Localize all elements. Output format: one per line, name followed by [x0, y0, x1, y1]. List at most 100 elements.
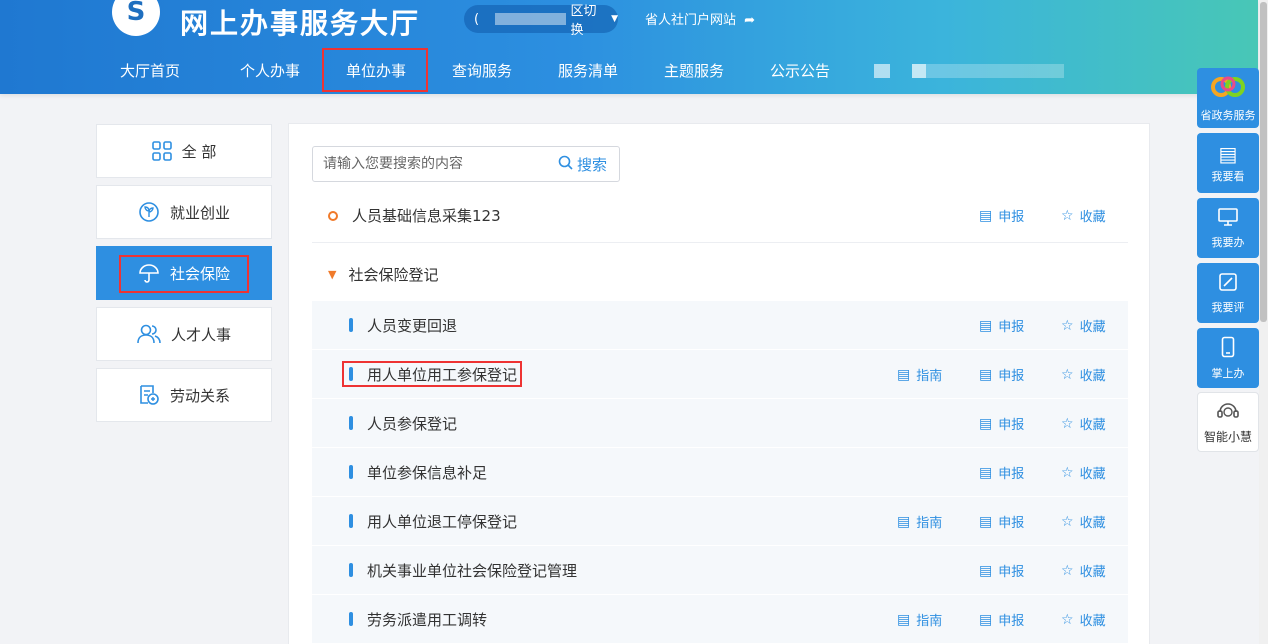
float-gov-service[interactable]: 省政务服务 — [1197, 68, 1259, 128]
float-label: 我要评 — [1211, 300, 1245, 314]
guide-button[interactable]: ▤ 指南 — [897, 610, 943, 630]
guide-icon: ▤ — [897, 366, 911, 383]
float-label: 掌上办 — [1211, 366, 1245, 380]
apply-label: 申报 — [998, 369, 1025, 384]
nav-notice[interactable]: 公示公告 — [770, 60, 830, 81]
service-group-header[interactable]: ▼ 社会保险登记 — [312, 247, 1128, 301]
apply-label: 申报 — [998, 467, 1025, 482]
category-label: 就业创业 — [169, 203, 230, 222]
people-icon — [137, 323, 161, 345]
category-label: 全 部 — [181, 142, 217, 161]
apply-button[interactable]: ▤ 申报 — [979, 463, 1025, 483]
apply-button[interactable]: ▤ 申报 — [979, 206, 1024, 226]
nav-redacted — [874, 64, 1064, 78]
guide-icon: ▤ — [897, 611, 911, 628]
chevron-down-icon: ▼ — [611, 14, 618, 24]
float-assistant[interactable]: 智能小慧 — [1197, 392, 1259, 452]
portal-link[interactable]: 省人社门户网站 ➦ — [645, 9, 755, 28]
favorite-button[interactable]: ☆ 收藏 — [1061, 414, 1106, 434]
favorite-label: 收藏 — [1079, 210, 1106, 225]
apply-button[interactable]: ▤ 申报 — [979, 561, 1025, 581]
favorite-button[interactable]: ☆ 收藏 — [1061, 561, 1106, 581]
star-icon: ☆ — [1061, 464, 1074, 481]
category-label: 人才人事 — [170, 325, 231, 344]
favorite-button[interactable]: ☆ 收藏 — [1061, 206, 1106, 226]
favorite-button[interactable]: ☆ 收藏 — [1061, 365, 1106, 385]
category-employment[interactable]: 就业创业 — [96, 185, 272, 239]
nav-query[interactable]: 查询服务 — [452, 60, 512, 81]
search-button[interactable]: 搜索 — [558, 154, 619, 175]
apply-label: 申报 — [998, 565, 1025, 580]
monitor-icon — [1217, 207, 1239, 231]
apply-button[interactable]: ▤ 申报 — [979, 365, 1025, 385]
apply-label: 申报 — [998, 614, 1025, 629]
form-icon: ▤ — [979, 317, 993, 334]
sub-service-label: 劳务派遣用工调转 — [367, 610, 488, 629]
edit-icon — [1218, 272, 1238, 296]
form-icon: ▤ — [979, 562, 993, 579]
guide-label: 指南 — [916, 614, 943, 629]
form-icon: ▤ — [979, 207, 993, 224]
search-input[interactable] — [313, 147, 558, 181]
bar-bullet-icon — [349, 318, 353, 332]
guide-button[interactable]: ▤ 指南 — [897, 512, 942, 532]
category-talent[interactable]: 人才人事 — [96, 307, 272, 361]
float-do[interactable]: 我要办 — [1197, 198, 1259, 258]
bar-bullet-icon — [349, 563, 353, 577]
category-label: 劳动关系 — [169, 386, 230, 405]
book-icon: ▤ — [1218, 141, 1238, 166]
apply-button[interactable]: ▤ 申报 — [979, 316, 1024, 336]
category-highlight-box — [119, 255, 249, 293]
sub-service-label: 人员变更回退 — [367, 316, 458, 335]
float-label: 我要办 — [1211, 235, 1245, 249]
portal-link-label: 省人社门户网站 — [645, 13, 737, 28]
sub-service-label: 机关事业单位社会保险登记管理 — [367, 561, 578, 580]
float-mobile[interactable]: 掌上办 — [1197, 328, 1259, 388]
guide-label: 指南 — [916, 369, 943, 384]
float-rate[interactable]: 我要评 — [1197, 263, 1259, 323]
favorite-button[interactable]: ☆ 收藏 — [1061, 316, 1106, 336]
favorite-button[interactable]: ☆ 收藏 — [1061, 610, 1106, 630]
favorite-button[interactable]: ☆ 收藏 — [1061, 512, 1106, 532]
grid-icon — [151, 141, 172, 161]
nav-theme[interactable]: 主题服务 — [664, 60, 724, 81]
nav-service-list[interactable]: 服务清单 — [558, 60, 618, 81]
sub-service-label: 人员参保登记 — [367, 414, 458, 433]
category-labor[interactable]: 劳动关系 — [96, 368, 272, 422]
favorite-label: 收藏 — [1079, 320, 1106, 335]
headset-icon — [1216, 399, 1240, 425]
category-all[interactable]: 全 部 — [96, 124, 272, 178]
circle-bullet-icon — [328, 210, 338, 221]
apply-label: 申报 — [998, 516, 1025, 531]
region-switch[interactable]: ( 区切换 ▼ — [464, 4, 618, 38]
star-icon: ☆ — [1061, 415, 1074, 432]
form-icon: ▤ — [979, 366, 993, 383]
search-box: 搜索 — [312, 146, 620, 182]
favorite-label: 收藏 — [1079, 467, 1106, 482]
favorite-label: 收藏 — [1079, 565, 1106, 580]
form-icon: ▤ — [979, 611, 993, 628]
float-view[interactable]: ▤ 我要看 — [1197, 133, 1259, 193]
gov-logo-icon — [1210, 74, 1246, 104]
favorite-label: 收藏 — [1079, 369, 1106, 384]
apply-button[interactable]: ▤ 申报 — [979, 610, 1025, 630]
sub-service-label: 用人单位退工停保登记 — [367, 512, 518, 531]
favorite-button[interactable]: ☆ 收藏 — [1061, 463, 1106, 483]
scrollbar-thumb[interactable] — [1260, 2, 1267, 322]
location-icon: ( — [474, 11, 480, 27]
star-icon: ☆ — [1061, 366, 1074, 383]
nav-personal[interactable]: 个人办事 — [240, 60, 300, 81]
favorite-label: 收藏 — [1079, 418, 1106, 433]
caret-down-icon: ▼ — [328, 267, 337, 281]
apply-button[interactable]: ▤ 申报 — [979, 512, 1025, 532]
guide-button[interactable]: ▤ 指南 — [897, 365, 943, 385]
star-icon: ☆ — [1061, 611, 1074, 628]
service-highlight-box — [342, 361, 522, 387]
site-title: 网上办事服务大厅 — [180, 7, 421, 40]
apply-button[interactable]: ▤ 申报 — [979, 414, 1024, 434]
region-switch-label: 区切换 — [570, 4, 597, 38]
nav-home[interactable]: 大厅首页 — [120, 60, 180, 81]
star-icon: ☆ — [1061, 513, 1074, 530]
form-icon: ▤ — [979, 464, 993, 481]
group-label: 社会保险登记 — [348, 265, 439, 284]
